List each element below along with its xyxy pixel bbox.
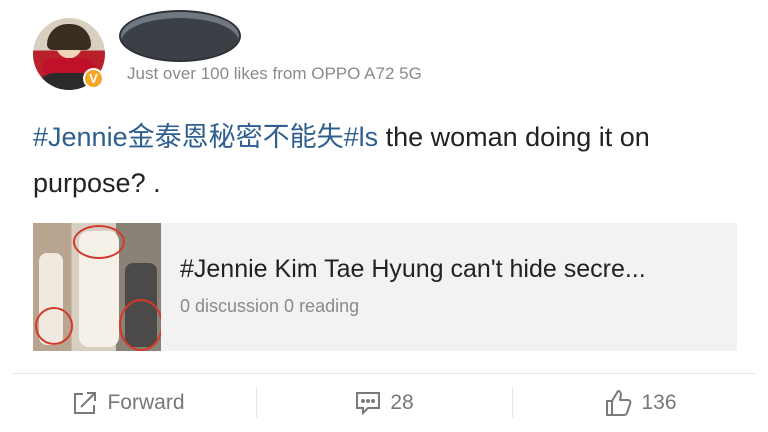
action-bar: Forward 28 136 [0,374,768,432]
topic-card-title: #Jennie Kim Tae Hyung can't hide secre..… [180,255,646,283]
share-icon [71,389,99,417]
thumbnail-highlight-circle [73,225,125,259]
verified-badge: V [83,68,104,89]
hashtag-link[interactable]: #Jennie金泰恩秘密不能失#ls [33,122,378,152]
post-text: #Jennie金泰恩秘密不能失#ls the woman doing it on… [33,114,743,206]
comment-button[interactable]: 28 [256,374,512,432]
topic-card-thumbnail [33,223,161,351]
topic-card-stats: 0 discussion 0 reading [180,296,360,316]
thumbnail-highlight-circle [35,307,73,345]
like-count: 136 [641,391,677,414]
thumbs-up-icon [603,388,633,418]
post-meta: Just over 100 likes from OPPO A72 5G [127,64,422,83]
comment-icon [354,389,382,417]
thumbnail-highlight-circle [119,299,161,351]
forward-button[interactable]: Forward [0,374,256,432]
like-button[interactable]: 136 [512,374,768,432]
redacted-username [121,12,239,60]
forward-label: Forward [107,391,185,414]
comment-count: 28 [390,391,414,414]
avatar[interactable]: V [33,18,105,90]
avatar-hair [47,24,91,50]
topic-card[interactable]: #Jennie Kim Tae Hyung can't hide secre..… [33,223,737,351]
